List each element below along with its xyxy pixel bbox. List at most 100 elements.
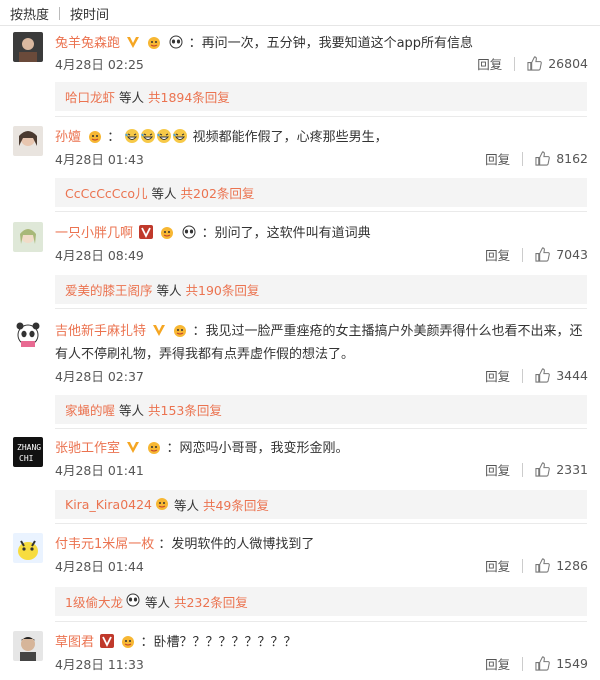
sub-reply-total-link[interactable]: 共1894条回复 [148,87,230,106]
thumbs-up-icon [535,656,550,671]
sub-reply-total-link[interactable]: 共153条回复 [148,400,222,419]
avatar[interactable] [13,126,43,156]
sub-replies-box[interactable]: 哈口龙虾 等人 共1894条回复 [55,82,587,111]
comment-divider [55,211,587,212]
thumbs-up-icon [535,368,550,383]
like-count: 3444 [556,368,588,383]
reply-button[interactable]: 回复 [485,149,510,168]
avatar[interactable] [13,319,43,349]
sub-reply-username[interactable]: 哈口龙虾 [65,87,115,106]
reply-button[interactable]: 回复 [485,460,510,479]
like-button[interactable]: 8162 [535,151,588,166]
sub-reply-etc: 等人 [144,595,170,610]
like-button[interactable]: 1286 [535,558,588,573]
like-count: 2331 [556,462,588,477]
comment-timestamp: 4月28日 01:44 [55,559,144,574]
thumbs-up-icon [535,558,550,573]
avatar[interactable] [13,533,43,563]
comment-actions: 回复 3444 [485,366,588,385]
avatar[interactable]: ZHANG CHI [13,437,43,467]
sub-replies-box[interactable]: 家蝇的喔 等人 共153条回复 [55,395,587,424]
comment-timestamp: 4月28日 08:49 [55,248,144,263]
comment-divider [55,523,587,524]
tab-by-time[interactable]: 按时间 [60,4,119,23]
laughing-emoji-icon [140,128,156,151]
reply-button[interactable]: 回复 [477,54,502,73]
laughing-emoji-icon [156,128,172,151]
sub-reply-username[interactable]: 爱美的膝王阁序 [65,280,153,299]
sub-replies-box[interactable]: 爱美的膝王阁序 等人 共190条回复 [55,275,587,304]
comment-divider [55,621,587,622]
panda-emoji-icon [181,225,197,246]
sub-reply-etc: 等人 [151,186,177,201]
comment-timestamp: 4月28日 01:43 [55,152,144,167]
tab-by-hot[interactable]: 按热度 [0,4,59,23]
crown-badge-icon [159,225,175,246]
like-button[interactable]: 3444 [535,368,588,383]
sub-reply-username[interactable]: Kira_Kira0424 [65,497,152,512]
comment-line: 吉他新手麻扎特 ：我见过一脸严重痤疮的女主播搞户外美颜弄得什么也看不出来，还有人… [55,321,590,365]
like-button[interactable]: 7043 [535,247,588,262]
sub-reply-etc: 等人 [173,498,199,513]
sub-reply-total-link[interactable]: 共190条回复 [186,280,260,299]
action-divider [522,151,524,166]
comment-line: 张驰工作室 ：网恋吗小哥哥，我变形金刚。 [55,439,595,461]
reply-button[interactable]: 回复 [485,556,510,575]
sub-reply-username[interactable]: 家蝇的喔 [65,400,115,419]
panda-emoji-icon [168,35,184,56]
comment-actions: 回复 2331 [485,460,588,479]
thumbs-up-icon [535,247,550,262]
comment-username[interactable]: 草图君 [55,635,94,650]
comment-username[interactable]: 孙嬗 [55,130,81,145]
crown-badge-icon [146,35,162,56]
action-divider [522,656,524,671]
avatar[interactable] [13,631,43,661]
sort-tabs: 按热度 按时间 [0,0,600,26]
comment-text: ：发明软件的人微博找到了 [158,537,315,552]
comment-actions: 回复 8162 [485,149,588,168]
action-divider [514,56,516,71]
sub-reply-total-link[interactable]: 共232条回复 [174,592,248,611]
like-button[interactable]: 1549 [535,656,588,671]
avatar[interactable] [13,222,43,252]
comment-username[interactable]: 张驰工作室 [55,441,120,456]
like-button[interactable]: 26804 [527,56,588,71]
comment-username[interactable]: 兔羊兔森跑 [55,36,120,51]
sub-reply-total-link[interactable]: 共202条回复 [181,183,255,202]
crown-badge-icon [172,323,188,344]
sub-reply-username[interactable]: CcCcCcCco儿 [65,183,148,202]
sub-replies-box[interactable]: CcCcCcCco儿 等人 共202条回复 [55,178,587,207]
laughing-emoji-icon [124,128,140,151]
sub-reply-total-link[interactable]: 共49条回复 [203,495,269,514]
comment-username[interactable]: 吉他新手麻扎特 [55,324,146,339]
sub-replies-box[interactable]: 1级偷大龙 等人 共232条回复 [55,587,587,616]
crown-badge-icon [120,634,136,655]
like-count: 1549 [556,656,588,671]
comment-username[interactable]: 一只小胖几啊 [55,226,133,241]
comment-actions: 回复 1286 [485,556,588,575]
thumbs-up-icon [535,151,550,166]
sub-reply-username[interactable]: 1级偷大龙 [65,592,123,611]
like-button[interactable]: 2331 [535,462,588,477]
comment-username[interactable]: 付韦元1米屌一枚 [55,537,154,552]
comment-divider [55,116,587,117]
sub-reply-etc: 等人 [156,283,182,298]
comment-text: ：网恋吗小哥哥，我变形金刚。 [166,441,349,456]
vip-v-badge-icon [126,440,140,461]
comment-text: ：别问了，这软件叫有道词典 [201,226,371,241]
reply-button[interactable]: 回复 [485,366,510,385]
reply-button[interactable]: 回复 [485,245,510,264]
avatar[interactable] [13,32,43,62]
sub-replies-box[interactable]: Kira_Kira0424 等人 共49条回复 [55,490,587,519]
panda-emoji-icon [125,593,141,610]
svg-text:ZHANG: ZHANG [17,443,41,452]
vip-v-badge-icon [100,634,115,655]
comment-line: 一只小胖几啊 ：别问了，这软件叫有道词典 [55,224,595,246]
sub-reply-etc: 等人 [119,90,145,105]
svg-text:CHI: CHI [19,454,34,463]
comment-timestamp: 4月28日 01:41 [55,463,144,478]
comment-text: 视频都能作假了，心疼那些男生， [192,130,388,145]
reply-button[interactable]: 回复 [485,654,510,673]
comment-actions: 回复 7043 [485,245,588,264]
comment-line: 草图君 ：卧槽？？？？？？？？？ [55,633,595,655]
